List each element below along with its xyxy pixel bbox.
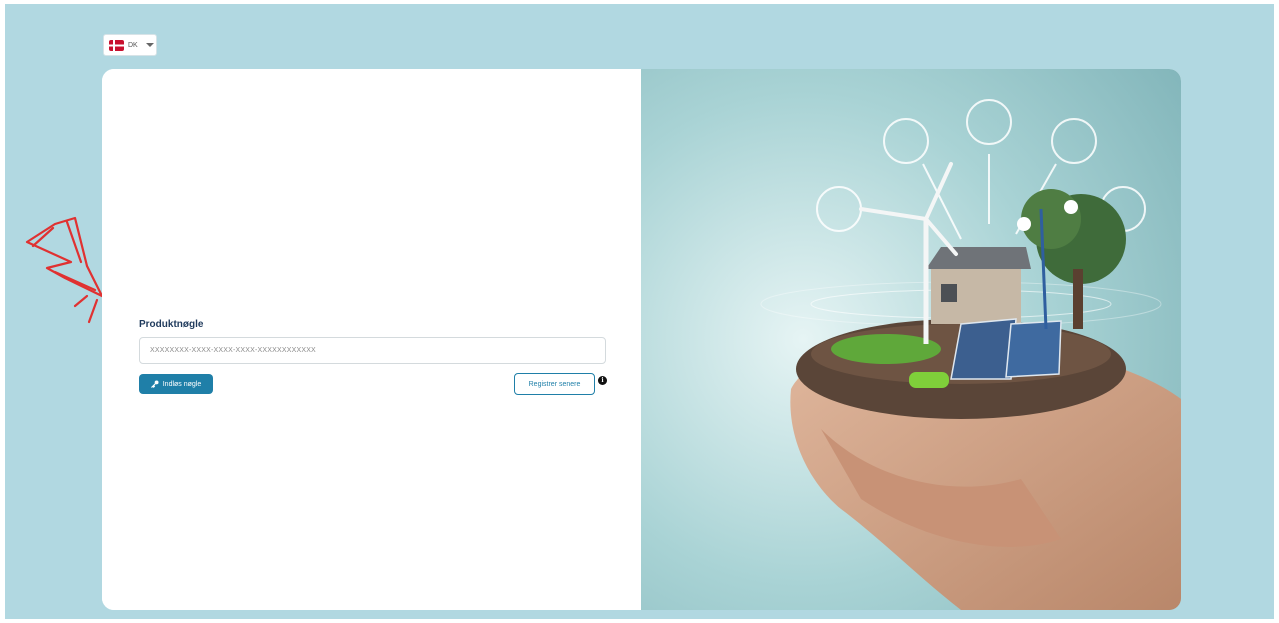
denmark-flag-icon	[109, 39, 124, 51]
eco-illustration	[641, 69, 1181, 610]
product-key-input[interactable]	[139, 337, 606, 364]
info-icon[interactable]: i	[598, 376, 607, 385]
login-card: Produktnøgle Indløs nøgle Registrer sene…	[102, 69, 1181, 610]
redeem-key-label: Indløs nøgle	[162, 380, 202, 388]
register-later-button[interactable]: Registrer senere	[514, 373, 595, 395]
product-key-panel: Produktnøgle Indløs nøgle Registrer sene…	[102, 69, 641, 610]
product-key-label: Produktnøgle	[139, 319, 204, 330]
key-icon	[150, 380, 159, 388]
language-code: DK	[128, 41, 138, 49]
redeem-key-button[interactable]: Indløs nøgle	[139, 374, 213, 394]
chevron-down-icon	[145, 43, 154, 47]
page-background: DK Produktnøgle Indløs nøgle	[5, 4, 1274, 619]
language-selector[interactable]: DK	[103, 34, 157, 56]
